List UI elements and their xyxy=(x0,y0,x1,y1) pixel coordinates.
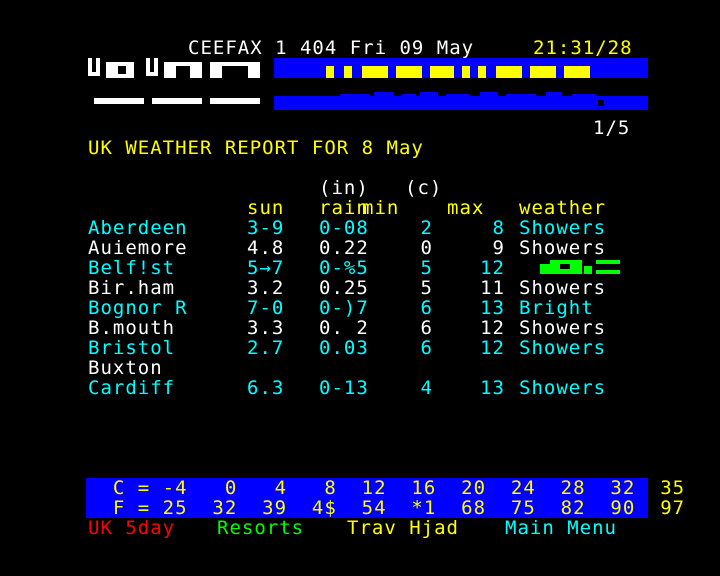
max-cell: 13 xyxy=(480,377,505,399)
table-row: Bognor R 7-0 0-)7 6 13 Bright xyxy=(0,298,720,318)
sun-cell: 5→7 xyxy=(247,257,285,279)
table-row: Buxton xyxy=(0,358,720,378)
min-cell: 6 xyxy=(420,337,433,359)
min-cell: 2 xyxy=(420,217,433,239)
max-cell: 12 xyxy=(480,317,505,339)
page-counter-row: 1/5 xyxy=(0,118,720,138)
col-min-header: min xyxy=(362,197,400,219)
col-sun-header: sun xyxy=(247,197,285,219)
fastext-row: UK 5day Resorts Trav Hjad Main Menu xyxy=(0,518,720,538)
place-cell: Bristol xyxy=(88,337,176,359)
celsius-row: C = -4 0 4 8 12 16 20 24 28 32 35 xyxy=(0,478,720,498)
place-cell: Bir.ham xyxy=(88,277,176,299)
table-row: Bristol 2.7 0.03 6 12 Showers xyxy=(0,338,720,358)
min-cell: 4 xyxy=(420,377,433,399)
rain-cell: 0-08 xyxy=(319,217,369,239)
fahrenheit-row: F = 25 32 39 4$ 54 *1 68 75 82 90 97 xyxy=(0,498,720,518)
banner-band-bottom xyxy=(274,96,648,110)
sun-cell: 4.8 xyxy=(247,237,285,259)
fahrenheit-scale: F = 25 32 39 4$ 54 *1 68 75 82 90 97 xyxy=(88,497,686,519)
weather-cell: Showers xyxy=(519,377,607,399)
weather-cell: Showers xyxy=(519,237,607,259)
place-cell: Auiemore xyxy=(88,237,188,259)
weather-cell: Showers xyxy=(519,317,607,339)
weather-cell: Showers xyxy=(519,217,607,239)
table-row: B.mouth 3.3 0. 2 6 12 Showers xyxy=(0,318,720,338)
header-service-text: CEEFAX 1 404 Fri 09 May xyxy=(188,37,475,59)
min-cell: 6 xyxy=(420,297,433,319)
fastext-green-link[interactable]: Resorts xyxy=(217,518,304,538)
header-row: CEEFAX 1 404 Fri 09 May 21:31/28 xyxy=(0,38,720,58)
report-title-row: UK WEATHER REPORT FOR 8 May xyxy=(0,138,720,158)
max-cell: 11 xyxy=(480,277,505,299)
place-cell: B.mouth xyxy=(88,317,176,339)
fastext-cyan-link[interactable]: Main Menu xyxy=(505,518,617,538)
col-weather-header: weather xyxy=(519,197,607,219)
place-cell: Cardiff xyxy=(88,377,176,399)
report-title: UK WEATHER REPORT FOR 8 May xyxy=(88,137,424,159)
header-clock: 21:31/28 xyxy=(533,37,633,59)
place-cell: Aberdeen xyxy=(88,217,188,239)
place-cell: Buxton xyxy=(88,357,163,379)
min-cell: 5 xyxy=(420,277,433,299)
rain-cell: 0. 2 xyxy=(319,317,369,339)
sun-cell: 2.7 xyxy=(247,337,285,359)
rain-cell: 0.03 xyxy=(319,337,369,359)
rain-unit-label: (in) xyxy=(319,177,369,199)
sun-cell: 3.3 xyxy=(247,317,285,339)
weather-cell: Bright xyxy=(519,297,594,319)
rain-cell: 0-)7 xyxy=(319,297,369,319)
celsius-scale: C = -4 0 4 8 12 16 20 24 28 32 35 xyxy=(88,477,686,499)
sun-cell: 3.2 xyxy=(247,277,285,299)
temp-unit-label: (c) xyxy=(405,177,443,199)
sun-cell: 3-9 xyxy=(247,217,285,239)
table-row: Auiemore 4.8 0.22 0 9 Showers xyxy=(0,238,720,258)
page-counter: 1/5 xyxy=(593,117,631,139)
table-row: Bir.ham 3.2 0.25 5 11 Showers xyxy=(0,278,720,298)
sun-cell: 7-0 xyxy=(247,297,285,319)
rain-cell: 0.22 xyxy=(319,237,369,259)
units-row: (in) (c) xyxy=(0,178,720,198)
min-cell: 0 xyxy=(420,237,433,259)
column-header-row: sun rain min max weather xyxy=(0,198,720,218)
min-cell: 5 xyxy=(420,257,433,279)
rain-cell: 0.25 xyxy=(319,277,369,299)
rain-cell: 0-%5 xyxy=(319,257,369,279)
max-cell: 12 xyxy=(480,337,505,359)
table-row: Cardiff 6.3 0-13 4 13 Showers xyxy=(0,378,720,398)
weather-cell: Showers xyxy=(519,277,607,299)
max-cell: 12 xyxy=(480,257,505,279)
max-cell: 8 xyxy=(492,217,505,239)
weather-cell: Showers xyxy=(519,337,607,359)
sun-cell: 6.3 xyxy=(247,377,285,399)
fastext-yellow-link[interactable]: Trav Hjad xyxy=(347,518,459,538)
fastext-red-link[interactable]: UK 5day xyxy=(88,518,175,538)
place-cell: Belf!st xyxy=(88,257,176,279)
place-cell: Bognor R xyxy=(88,297,188,319)
min-cell: 6 xyxy=(420,317,433,339)
rain-cell: 0-13 xyxy=(319,377,369,399)
col-max-header: max xyxy=(447,197,485,219)
max-cell: 13 xyxy=(480,297,505,319)
max-cell: 9 xyxy=(492,237,505,259)
table-row: Aberdeen 3-9 0-08 2 8 Showers xyxy=(0,218,720,238)
